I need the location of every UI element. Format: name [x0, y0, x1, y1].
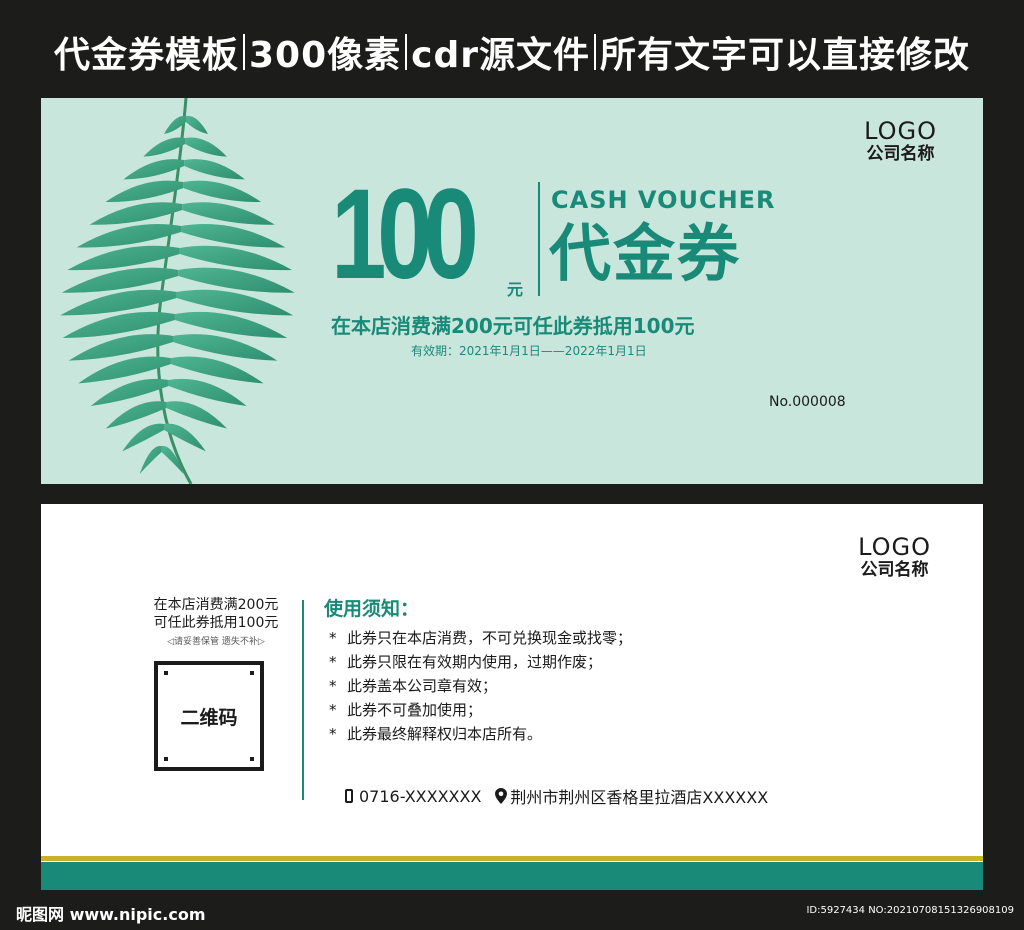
- notice-item: * 此券只限在有效期内使用，过期作废；: [329, 650, 632, 674]
- bullet: *: [329, 725, 337, 743]
- contact-row: 0716-XXXXXXX 荆州市荆州区香格里拉酒店XXXXXX: [345, 784, 768, 808]
- serial-number: No.000008: [769, 394, 846, 410]
- company-name: 公司名称: [866, 144, 935, 165]
- banner-separator: [594, 34, 597, 70]
- site-watermark: 昵图网 www.nipic.com: [16, 905, 206, 924]
- notice-text: 此券最终解释权归本店所有。: [347, 725, 543, 743]
- fern-frond: [123, 159, 185, 180]
- bullet: *: [329, 701, 337, 719]
- page-banner: 代金券模板 300像素 cdr源文件 所有文字可以直接修改: [0, 18, 1024, 86]
- banner-resolution: 300像素: [248, 35, 402, 76]
- fern-frond: [67, 245, 180, 271]
- logo: LOGO: [864, 117, 937, 145]
- banner-separator: [242, 34, 245, 70]
- notice-item: * 此券最终解释权归本店所有。: [329, 722, 632, 746]
- qr-code-placeholder: 二维码: [154, 661, 264, 771]
- gold-stripe: [41, 856, 983, 861]
- amount-unit: 元: [507, 280, 524, 299]
- banner-source-file: cdr源文件: [411, 35, 591, 76]
- fern-frond: [174, 311, 288, 338]
- stub-divider: [302, 600, 304, 800]
- fern-frond: [182, 202, 275, 225]
- fern-leaf-image: [60, 98, 295, 484]
- bullet: *: [329, 653, 337, 671]
- banner-editable-note: 所有文字可以直接修改: [600, 35, 971, 76]
- notice-item: * 此券不可叠加使用；: [329, 698, 632, 722]
- notice-item: * 此券只在本店消费，不可兑换现金或找零；: [329, 626, 632, 650]
- teal-band: [41, 862, 983, 890]
- logo-block: LOGO 公司名称: [864, 118, 937, 165]
- offer-text: 在本店消费满200元可任此券抵用100元: [331, 314, 695, 338]
- banner-title: 代金券模板: [53, 35, 239, 76]
- phone-number: 0716-XXXXXXX: [359, 786, 482, 806]
- location-pin-icon: [495, 788, 508, 804]
- store-address: 荆州市荆州区香格里拉酒店XXXXXX: [510, 788, 769, 807]
- banner-separator: [405, 34, 408, 70]
- notice-text: 此券不可叠加使用；: [347, 701, 483, 719]
- fern-frond: [184, 159, 245, 180]
- stub-offer-line2: 可任此券抵用100元: [153, 615, 279, 631]
- usage-notice-title: 使用须知：: [324, 598, 420, 620]
- fern-frond: [178, 267, 295, 293]
- fern-frond: [185, 137, 227, 157]
- bullet: *: [329, 677, 337, 695]
- fern-frond: [89, 202, 183, 225]
- title-divider: [538, 182, 540, 296]
- fern-frond: [183, 180, 262, 203]
- keep-safe-note: ◁请妥善保管 遗失不补▷: [167, 637, 265, 647]
- cash-voucher-english: CASH VOUCHER: [551, 186, 776, 214]
- notice-text: 此券只限在有效期内使用，过期作废；: [347, 653, 603, 671]
- phone-icon: [345, 789, 353, 803]
- fern-frond: [76, 223, 182, 248]
- fern-frond: [186, 115, 208, 134]
- bullet: *: [329, 629, 337, 647]
- notice-text: 此券只在本店消费，不可兑换现金或找零；: [347, 629, 633, 647]
- notice-text: 此券盖本公司章有效；: [347, 677, 498, 695]
- stub-offer-line1: 在本店消费满200元: [153, 597, 279, 613]
- qr-code-label: 二维码: [180, 706, 238, 729]
- cash-voucher-chinese: 代金券: [549, 217, 742, 290]
- logo: LOGO: [858, 533, 931, 561]
- fern-frond: [166, 401, 228, 429]
- voucher-back: LOGO 公司名称 在本店消费满200元 可任此券抵用100元 ◁请妥善保管 遗…: [41, 504, 983, 890]
- fern-frond: [179, 245, 293, 271]
- fern-frond: [105, 180, 184, 203]
- voucher-amount: 100: [331, 163, 479, 306]
- company-name: 公司名称: [860, 560, 929, 581]
- fern-frond: [181, 223, 286, 248]
- fern-frond: [176, 289, 294, 316]
- image-id: ID:5927434 NO:20210708151326908109: [806, 905, 1014, 916]
- fern-frond: [139, 445, 162, 474]
- stub-offer: 在本店消费满200元 可任此券抵用100元: [141, 596, 291, 632]
- voucher-front: LOGO 公司名称 100 元 CASH VOUCHER 代金券 在本店消费满2…: [41, 98, 983, 484]
- logo-block: LOGO 公司名称: [858, 534, 931, 581]
- validity-period: 有效期：2021年1月1日——2022年1月1日: [411, 344, 647, 358]
- notice-item: * 此券盖本公司章有效；: [329, 674, 632, 698]
- usage-notice-list: * 此券只在本店消费，不可兑换现金或找零； * 此券只限在有效期内使用，过期作废； …: [329, 626, 632, 746]
